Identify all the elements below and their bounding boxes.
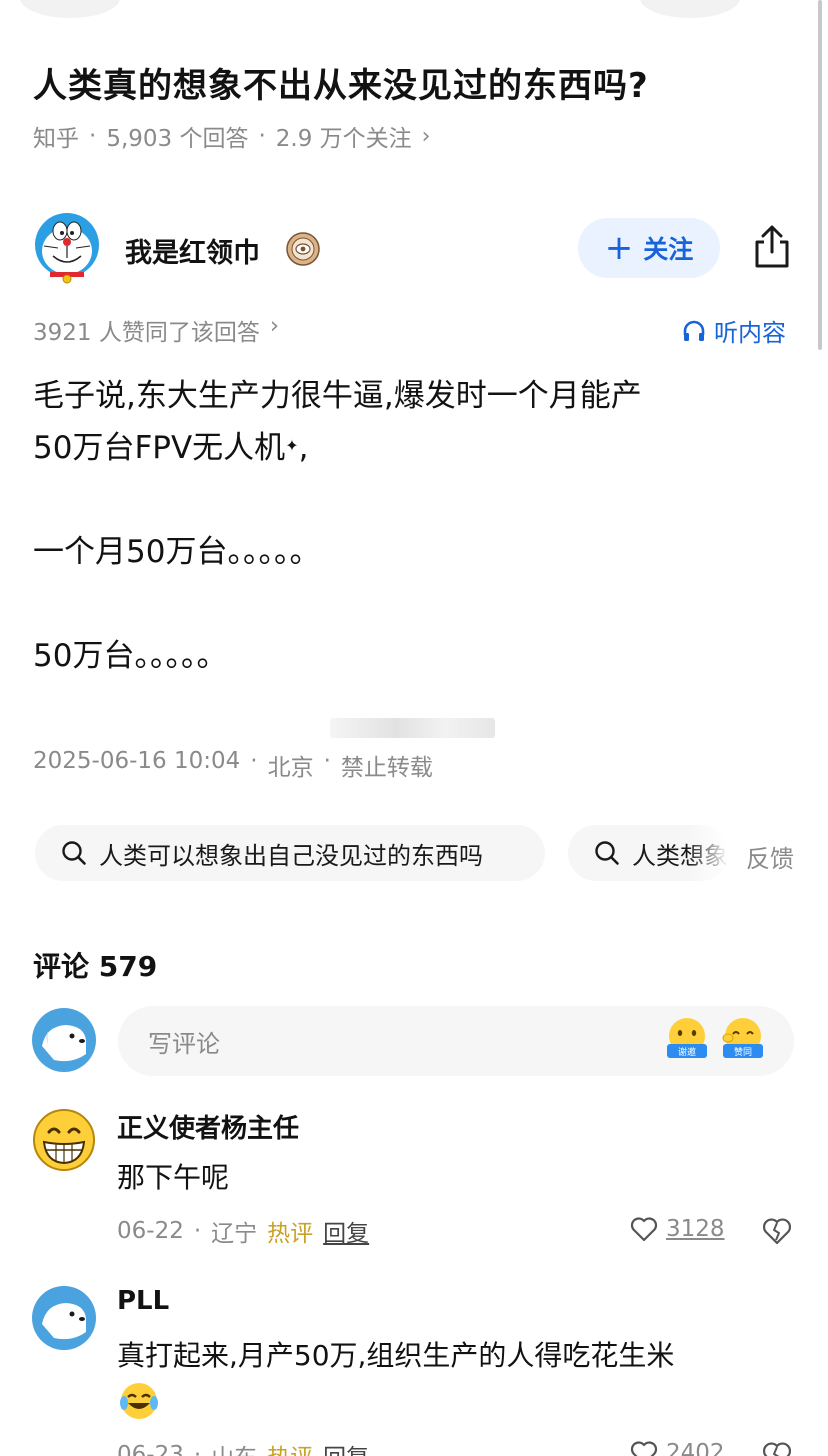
related-search-pill[interactable]: 人类可以想象出自己没见过的东西吗: [35, 825, 545, 881]
comments-title: 评论 579: [33, 950, 158, 983]
comment-location: 山东: [211, 1438, 257, 1456]
listen-button[interactable]: 听内容: [682, 313, 786, 348]
headphones-icon: [683, 320, 705, 341]
heart-icon: [630, 1441, 658, 1456]
comment-meta: 06-22 · 辽宁 热评 回复: [117, 1214, 369, 1248]
top-fade: [0, 0, 828, 40]
separator: ·: [258, 123, 266, 149]
answer-line-text: 50万台FPV无人机: [33, 430, 286, 466]
emoji-awkward-icon[interactable]: 谢邀: [664, 1016, 710, 1064]
answer-date: 2025-06-16 10:04: [33, 748, 241, 774]
answer-count: 5,903 个回答: [106, 126, 249, 152]
hot-comment-badge: 热评: [267, 1221, 314, 1247]
svg-text:赞同: 赞同: [734, 1046, 752, 1058]
author-row: 我是红领巾 + 关注: [34, 212, 794, 288]
comment-date: 06-22: [117, 1218, 184, 1244]
comment-item: PLL 真打起来,月产50万,组织生产的人得吃花生米 06-23 · 山东 热评…: [32, 1286, 797, 1456]
user-avatar[interactable]: [32, 1286, 96, 1350]
emoji-bow-icon[interactable]: 赞同: [720, 1016, 766, 1064]
svg-text:谢邀: 谢邀: [678, 1046, 696, 1058]
source-label: 知乎: [33, 126, 79, 152]
answer-content: 毛子说,东大生产力很牛逼,爆发时一个月能产 50万台FPV无人机✦, 一个月50…: [33, 370, 793, 682]
comment-date: 06-23: [117, 1442, 184, 1456]
answer-line: 毛子说,东大生产力很牛逼,爆发时一个月能产: [33, 378, 642, 414]
crying-laughing-emoji-icon: [120, 1383, 158, 1419]
separator: ·: [89, 123, 97, 149]
follow-button[interactable]: + 关注: [578, 218, 720, 278]
author-name[interactable]: 我是红领巾: [125, 231, 260, 270]
separator: ·: [250, 748, 258, 774]
related-search-text: 人类可以想象出自己没见过的东西吗: [99, 841, 483, 870]
comment-meta: 06-23 · 山东 热评 回复: [117, 1438, 369, 1456]
current-user-avatar[interactable]: [32, 1008, 96, 1072]
answer-location: 北京: [267, 755, 314, 781]
like-count: 2402: [666, 1440, 725, 1456]
donut-badge-icon: [286, 232, 320, 266]
answer-meta: 2025-06-16 10:04 · 北京 · 禁止转载: [33, 748, 433, 782]
share-icon[interactable]: [752, 224, 792, 270]
separator: ·: [193, 1218, 202, 1244]
blurred-watermark: [330, 718, 495, 738]
feedback-link[interactable]: 反馈: [746, 839, 794, 874]
vote-summary[interactable]: 3921 人赞同了该回答 ›: [33, 313, 279, 347]
comment-text-body: 真打起来,月产50万,组织生产的人得吃花生米: [117, 1339, 675, 1372]
comment-location: 辽宁: [211, 1221, 258, 1247]
follower-count: 2.9 万个关注: [275, 126, 412, 152]
question-title[interactable]: 人类真的想象不出从来没见过的东西吗?: [33, 58, 649, 107]
follow-label: 关注: [643, 235, 694, 264]
grinning-face-avatar[interactable]: [32, 1108, 96, 1172]
reply-button[interactable]: 回复: [323, 1214, 369, 1248]
separator: ·: [323, 748, 331, 774]
broken-heart-icon[interactable]: [762, 1216, 792, 1246]
plus-icon: +: [604, 228, 634, 268]
vote-count: 3921 人赞同了该回答: [33, 320, 260, 346]
reply-button[interactable]: 回复: [323, 1438, 369, 1456]
separator: ·: [193, 1442, 202, 1456]
related-search-pill[interactable]: 人类想象: [568, 825, 728, 881]
answer-line-tail: ,: [298, 430, 309, 466]
copyright-note: 禁止转载: [340, 755, 433, 781]
listen-label: 听内容: [714, 319, 786, 347]
hot-comment-badge: 热评: [267, 1438, 313, 1456]
like-button[interactable]: 2402: [630, 1440, 725, 1456]
comment-item: 正义使者杨主任 那下午呢 06-22 · 辽宁 热评 回复 3128: [32, 1108, 797, 1258]
comment-text: 那下午呢: [117, 1161, 230, 1194]
scrollbar[interactable]: [818, 0, 822, 350]
answer-line: 50万台。。。。。: [33, 638, 228, 674]
like-button[interactable]: 3128: [630, 1216, 725, 1242]
search-icon: [595, 841, 619, 865]
chevron-right-icon: ›: [421, 123, 431, 149]
comment-text: 真打起来,月产50万,组织生产的人得吃花生米: [117, 1334, 674, 1422]
commenter-name[interactable]: 正义使者杨主任: [117, 1108, 299, 1145]
broken-heart-icon[interactable]: [762, 1440, 792, 1456]
chevron-right-icon: ›: [269, 313, 280, 339]
answer-line: 50万台FPV无人机✦,: [33, 422, 793, 474]
question-meta[interactable]: 知乎 · 5,903 个回答 · 2.9 万个关注 ›: [33, 119, 430, 153]
commenter-name[interactable]: PLL: [117, 1286, 169, 1316]
answer-line: 一个月50万台。。。。。: [33, 534, 321, 570]
search-icon: [62, 841, 86, 865]
doraemon-avatar[interactable]: [34, 212, 100, 284]
like-count: 3128: [666, 1216, 725, 1242]
heart-icon: [630, 1217, 658, 1242]
keyword-mark-icon[interactable]: ✦: [285, 436, 298, 455]
